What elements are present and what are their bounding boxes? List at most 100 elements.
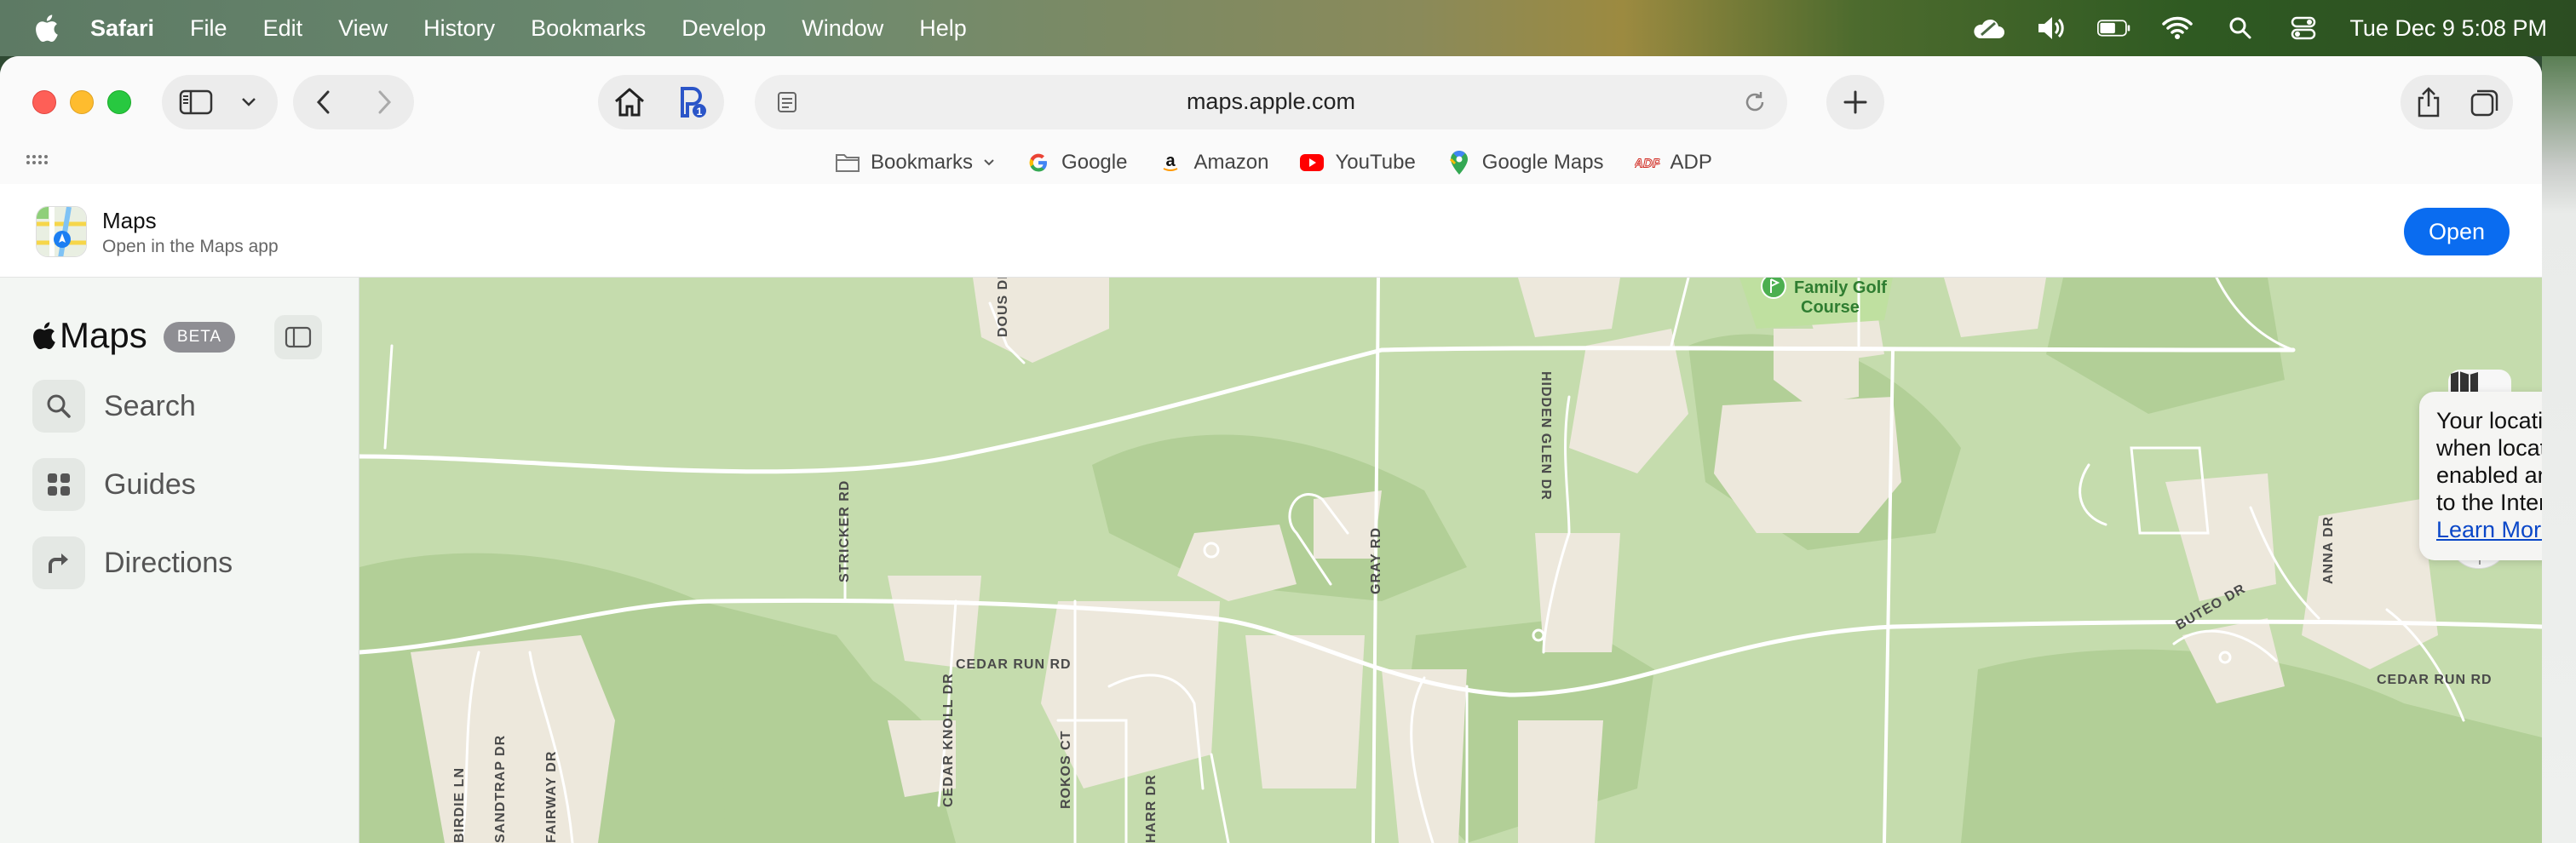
maps-logo-text: Maps bbox=[60, 315, 147, 355]
google-icon bbox=[1026, 150, 1051, 175]
menu-view[interactable]: View bbox=[338, 15, 388, 42]
menu-history[interactable]: History bbox=[423, 15, 495, 42]
favorite-youtube[interactable]: YouTube bbox=[1299, 150, 1416, 175]
road-label: ROKOS CT bbox=[1059, 731, 1073, 809]
forward-arrow-icon[interactable] bbox=[354, 89, 414, 115]
sidebar-item-directions[interactable]: Directions bbox=[32, 536, 233, 589]
svg-text:a: a bbox=[1166, 152, 1176, 170]
menu-file[interactable]: File bbox=[190, 15, 227, 42]
favorite-adp[interactable]: ADP ADP bbox=[1635, 150, 1712, 175]
sidebar-item-search[interactable]: Search bbox=[32, 380, 196, 433]
map-graphics: DOUS DR STRICKER RD CEDAR RUN RD GRAY RD… bbox=[359, 278, 2542, 843]
poi-label: Family Golf bbox=[1794, 278, 1887, 297]
sidebar-toggle-icon[interactable] bbox=[162, 89, 230, 115]
sidebar-icon bbox=[285, 326, 312, 348]
menu-app-name[interactable]: Safari bbox=[90, 15, 154, 42]
banner-subtitle: Open in the Maps app bbox=[102, 237, 279, 256]
address-bar[interactable]: maps.apple.com bbox=[755, 75, 1787, 129]
new-tab-group bbox=[1826, 75, 1884, 129]
tab-grid-icon[interactable] bbox=[24, 150, 48, 178]
location-unavailable-popover: Your location can only be shown when loc… bbox=[2419, 392, 2542, 560]
desktop-edge bbox=[2542, 56, 2576, 843]
maps-sidebar: Maps BETA Search Guides Directions bbox=[0, 278, 359, 843]
home-icon[interactable] bbox=[598, 87, 661, 118]
status-area: Tue Dec 9 5:08 PM bbox=[1971, 0, 2547, 56]
apple-menu-icon[interactable] bbox=[31, 11, 61, 45]
menu-window[interactable]: Window bbox=[802, 15, 883, 42]
menu-edit[interactable]: Edit bbox=[263, 15, 303, 42]
favorites-list: Bookmarks Google a Amazon YouTube Google… bbox=[835, 141, 1712, 184]
cloud-sync-icon[interactable] bbox=[1971, 14, 2005, 43]
banner-title: Maps bbox=[102, 208, 157, 233]
share-icon[interactable] bbox=[2401, 86, 2457, 118]
volume-icon[interactable] bbox=[2034, 14, 2068, 43]
road-label: FAIRWAY DR bbox=[544, 751, 559, 843]
safari-window: 1 maps.apple.com Bookmarks Google a Amaz… bbox=[0, 56, 2542, 843]
svg-text:1: 1 bbox=[697, 106, 703, 118]
favorites-bar: Bookmarks Google a Amazon YouTube Google… bbox=[0, 141, 2542, 184]
google-maps-icon bbox=[1446, 150, 1472, 175]
road-label: CEDAR KNOLL DR bbox=[941, 673, 956, 807]
reload-icon[interactable] bbox=[1738, 85, 1772, 123]
maps-logo: Maps bbox=[31, 315, 147, 356]
menu-bar: Safari File Edit View History Bookmarks … bbox=[0, 0, 2576, 56]
poi-label: Course bbox=[1801, 298, 1860, 317]
road-label: BIRDIE LN bbox=[452, 767, 467, 843]
sidebar-item-guides[interactable]: Guides bbox=[32, 458, 196, 511]
battery-icon[interactable] bbox=[2097, 14, 2131, 43]
menu-help[interactable]: Help bbox=[919, 15, 967, 42]
guides-icon bbox=[32, 458, 85, 511]
tab-overview-icon[interactable] bbox=[2457, 87, 2513, 118]
map-canvas[interactable]: DOUS DR STRICKER RD CEDAR RUN RD GRAY RD… bbox=[359, 278, 2542, 843]
chevron-down-icon bbox=[984, 159, 994, 166]
browser-toolbar: 1 maps.apple.com bbox=[0, 56, 2542, 141]
back-arrow-icon[interactable] bbox=[293, 89, 354, 115]
svg-text:ADP: ADP bbox=[1635, 157, 1660, 171]
learn-more-link[interactable]: Learn More bbox=[2436, 516, 2542, 543]
location-message: Your location can only be shown when loc… bbox=[2436, 408, 2542, 515]
url-text[interactable]: maps.apple.com bbox=[755, 89, 1787, 115]
menu-bookmarks[interactable]: Bookmarks bbox=[531, 15, 646, 42]
search-icon bbox=[32, 380, 85, 433]
apple-logo-icon bbox=[33, 322, 55, 350]
favorite-google-maps[interactable]: Google Maps bbox=[1446, 150, 1604, 175]
road-label: SANDTRAP DR bbox=[493, 735, 508, 843]
adp-icon: ADP bbox=[1635, 150, 1660, 175]
directions-icon bbox=[32, 536, 85, 589]
spotlight-search-icon[interactable] bbox=[2223, 14, 2257, 43]
menu-clock[interactable]: Tue Dec 9 5:08 PM bbox=[2349, 15, 2547, 42]
zoom-window-button[interactable] bbox=[107, 90, 131, 114]
favorite-label: YouTube bbox=[1335, 151, 1416, 174]
close-window-button[interactable] bbox=[32, 90, 56, 114]
amazon-icon: a bbox=[1158, 150, 1183, 175]
beta-badge: BETA bbox=[164, 322, 235, 353]
minimize-window-button[interactable] bbox=[70, 90, 94, 114]
collapse-sidebar-button[interactable] bbox=[274, 315, 322, 359]
favorite-label: Google bbox=[1061, 151, 1128, 174]
sidebar-item-label: Directions bbox=[104, 546, 233, 579]
open-app-button[interactable]: Open bbox=[2404, 208, 2510, 255]
wifi-icon[interactable] bbox=[2160, 14, 2194, 43]
road-label: STRICKER RD bbox=[837, 480, 852, 582]
share-group bbox=[2401, 75, 2513, 129]
favorite-label: Amazon bbox=[1193, 151, 1269, 174]
menu-develop[interactable]: Develop bbox=[681, 15, 766, 42]
road-label: HIDDEN GLEN DR bbox=[1538, 371, 1553, 501]
favorite-label: Bookmarks bbox=[871, 151, 974, 174]
road-label: ANNA DR bbox=[2321, 516, 2336, 584]
control-center-icon[interactable] bbox=[2286, 14, 2320, 43]
favorite-bookmarks[interactable]: Bookmarks bbox=[835, 150, 995, 175]
road-label: CEDAR RUN RD bbox=[956, 657, 1072, 672]
sidebar-item-label: Guides bbox=[104, 467, 196, 501]
road-label: DOUS DR bbox=[996, 278, 1010, 337]
road-label: GRAY RD bbox=[1369, 527, 1383, 594]
password-extension-icon[interactable]: 1 bbox=[661, 85, 724, 119]
road-label: HARR DR bbox=[1144, 774, 1159, 843]
road-label: CEDAR RUN RD bbox=[2377, 673, 2493, 687]
favorite-google[interactable]: Google bbox=[1026, 150, 1127, 175]
plus-icon[interactable] bbox=[1843, 89, 1868, 115]
maps-app-icon bbox=[36, 206, 87, 257]
extensions-group: 1 bbox=[598, 75, 724, 129]
chevron-down-icon[interactable] bbox=[230, 96, 267, 108]
favorite-amazon[interactable]: a Amazon bbox=[1158, 150, 1268, 175]
